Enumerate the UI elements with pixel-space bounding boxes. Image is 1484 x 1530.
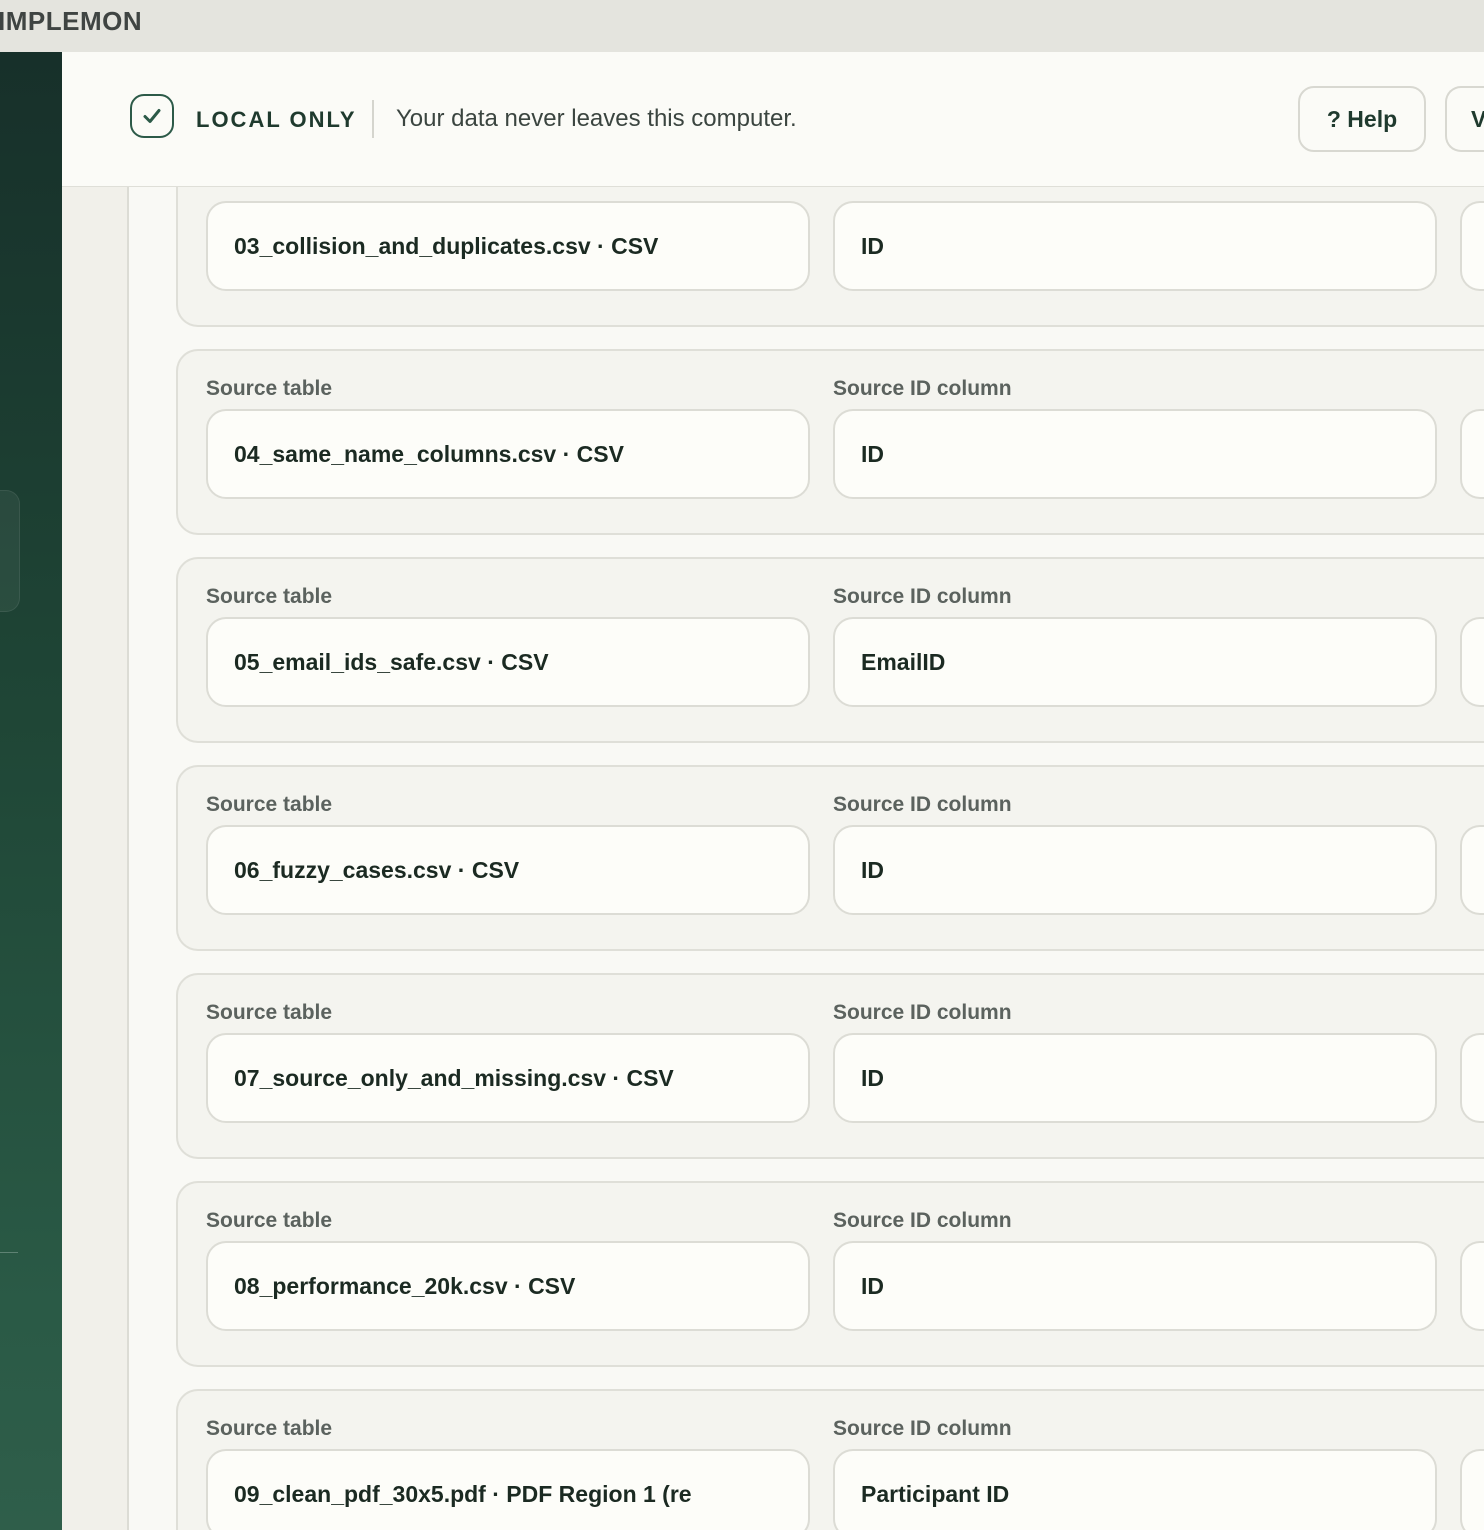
source-id-column-select[interactable]: ID: [833, 825, 1437, 915]
source-id-column-label: Source ID column: [833, 377, 1012, 400]
source-id-column-label: Source ID column: [833, 793, 1012, 816]
source-id-column-label: Source ID column: [833, 1209, 1012, 1232]
source-table-select[interactable]: 07_source_only_and_missing.csv · CSV: [206, 1033, 810, 1123]
source-table-label: Source table: [206, 1209, 333, 1232]
additional-field[interactable]: [1460, 1033, 1484, 1123]
check-icon: [130, 94, 174, 138]
source-table-select[interactable]: 04_same_name_columns.csv · CSV: [206, 409, 810, 499]
sidebar: [0, 52, 62, 1530]
source-id-column-label: Source ID column: [833, 1001, 1012, 1024]
header-divider: [372, 100, 374, 138]
source-table-select[interactable]: 06_fuzzy_cases.csv · CSV: [206, 825, 810, 915]
source-id-column-label: Source ID column: [833, 187, 1012, 193]
title-bar: IMPLEMON: [0, 0, 1484, 53]
additional-field[interactable]: [1460, 617, 1484, 707]
sidebar-divider: [0, 1252, 18, 1253]
local-only-badge: LOCAL ONLY: [196, 107, 357, 132]
source-table-label: Source table: [206, 585, 333, 608]
mapping-card: Source table Source ID column 08_performan…: [176, 1181, 1484, 1367]
additional-field[interactable]: [1460, 409, 1484, 499]
additional-field[interactable]: [1460, 825, 1484, 915]
source-id-column-label: Source ID column: [833, 585, 1012, 608]
mapping-card: Source table Source ID column 09_clean_pdf…: [176, 1389, 1484, 1530]
mapping-card: Source table Source ID column 05_email_ids…: [176, 557, 1484, 743]
mapping-content: Source table Source ID column 03_collision…: [62, 187, 1484, 1530]
privacy-message: Your data never leaves this computer.: [396, 105, 797, 132]
source-table-label: Source table: [206, 1417, 333, 1440]
mapping-card: Source table Source ID column 06_fuzzy_cas…: [176, 765, 1484, 951]
help-button[interactable]: ? Help: [1298, 86, 1426, 152]
source-table-select[interactable]: 03_collision_and_duplicates.csv · CSV: [206, 201, 810, 291]
app-title: IMPLEMON: [0, 6, 143, 36]
mapping-card: Source table Source ID column 07_source_on…: [176, 973, 1484, 1159]
source-table-label: Source table: [206, 1001, 333, 1024]
additional-field[interactable]: [1460, 1449, 1484, 1530]
source-table-select[interactable]: 05_email_ids_safe.csv · CSV: [206, 617, 810, 707]
source-id-column-select[interactable]: ID: [833, 1241, 1437, 1331]
sidebar-nav-item[interactable]: [0, 490, 20, 612]
source-id-column-select[interactable]: EmailID: [833, 617, 1437, 707]
source-table-label: Source table: [206, 187, 332, 193]
source-id-column-select[interactable]: ID: [833, 1033, 1437, 1123]
secondary-header-button[interactable]: V: [1445, 86, 1484, 152]
source-id-column-label: Source ID column: [833, 1417, 1012, 1440]
source-id-column-select[interactable]: ID: [833, 201, 1437, 291]
source-id-column-select[interactable]: ID: [833, 409, 1437, 499]
privacy-header: LOCAL ONLY Your data never leaves this c…: [62, 52, 1484, 187]
mapping-card: Source table Source ID column 03_collision…: [176, 187, 1484, 327]
source-table-label: Source table: [206, 793, 333, 816]
source-id-column-select[interactable]: Participant ID: [833, 1449, 1437, 1530]
mapping-card: Source table Source ID column 04_same_name…: [176, 349, 1484, 535]
source-table-select[interactable]: 08_performance_20k.csv · CSV: [206, 1241, 810, 1331]
source-table-select[interactable]: 09_clean_pdf_30x5.pdf · PDF Region 1 (re: [206, 1449, 810, 1530]
additional-field[interactable]: [1460, 201, 1484, 291]
additional-field[interactable]: [1460, 1241, 1484, 1331]
source-table-label: Source table: [206, 377, 333, 400]
